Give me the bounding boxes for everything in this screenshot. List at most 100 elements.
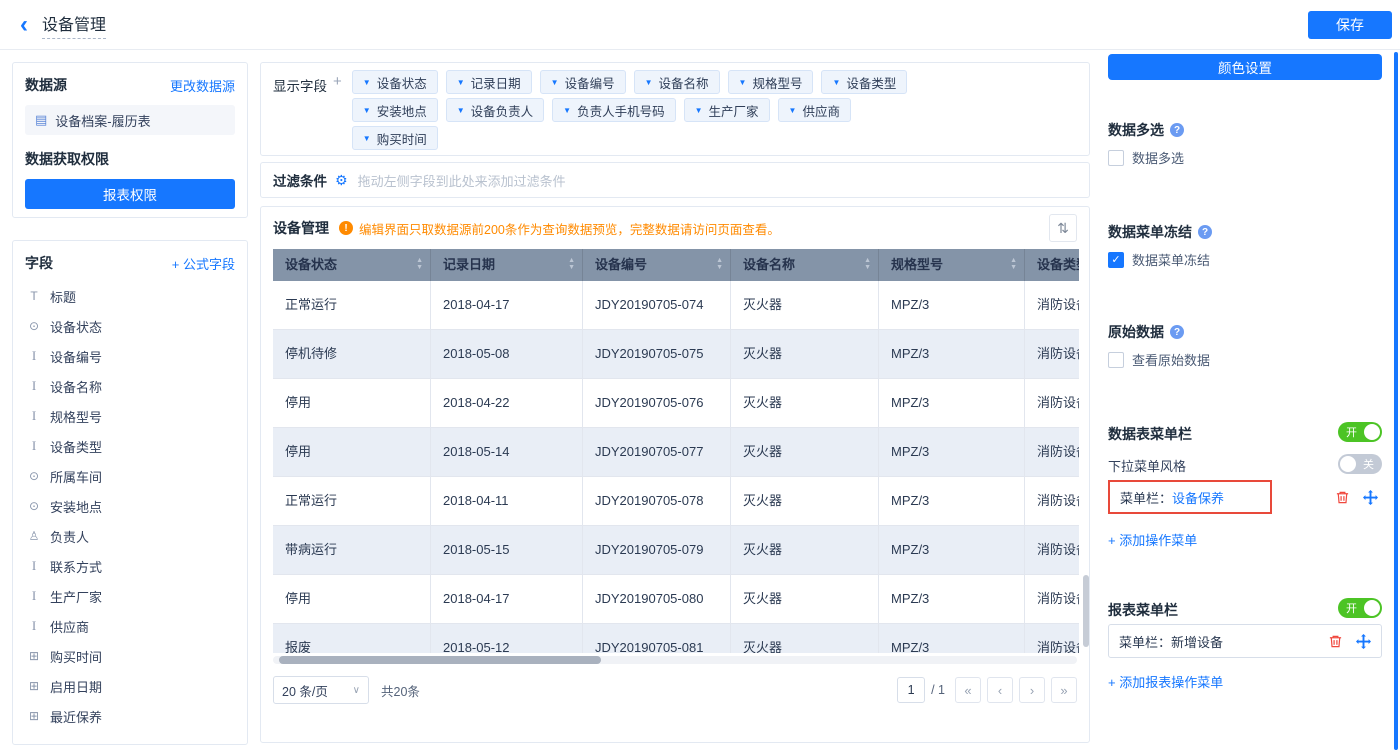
field-item[interactable]: ⊙ 设备状态 [25, 311, 235, 341]
table-header-cell[interactable]: 设备状态 ▲ ▼ [273, 249, 431, 281]
page-number-input[interactable]: 1 [897, 677, 926, 703]
report-permission-button[interactable]: 报表权限 [25, 179, 235, 209]
table-header-cell[interactable]: 规格型号 ▲ ▼ [879, 249, 1025, 281]
field-item[interactable]: ♙ 负责人 [25, 521, 235, 551]
field-item[interactable]: I 设备名称 [25, 371, 235, 401]
display-field-chip[interactable]: ▼ 设备负责人 [445, 98, 545, 122]
color-settings-button[interactable]: 颜色设置 [1108, 54, 1382, 80]
add-action-menu-link[interactable]: + 添加操作菜单 [1108, 530, 1197, 549]
sort-arrows-icon[interactable]: ▲ ▼ [568, 257, 575, 271]
trash-icon[interactable] [1327, 633, 1343, 649]
display-field-chip[interactable]: ▼ 负责人手机号码 [552, 98, 676, 122]
table-header-cell[interactable]: 设备类型▲▼ [1025, 249, 1079, 281]
prev-page-button[interactable]: ‹ [987, 677, 1013, 703]
menu-item-device-maintenance[interactable]: 菜单栏： 设备保养 [1108, 480, 1272, 514]
last-page-button[interactable]: » [1051, 677, 1077, 703]
date-icon: ⊞ [28, 709, 40, 723]
field-item[interactable]: ⊙ 所属车间 [25, 461, 235, 491]
date-icon: ⊞ [28, 649, 40, 663]
raw-data-label: 查看原始数据 [1132, 353, 1211, 368]
scrollbar-thumb[interactable] [279, 656, 601, 664]
help-icon[interactable]: ? [1170, 325, 1184, 339]
sort-arrows-icon[interactable]: ▲ ▼ [864, 257, 871, 271]
table-row[interactable]: 停用2018-04-17JDY20190705-080灭火器MPZ/3消防设备 [273, 575, 1079, 624]
sort-arrows-icon[interactable]: ▲ ▼ [416, 257, 423, 271]
report-menu-toggle[interactable]: 开 [1338, 598, 1382, 618]
raw-data-option[interactable]: 查看原始数据 [1108, 350, 1210, 369]
table-header-cell[interactable]: 记录日期 ▲ ▼ [431, 249, 583, 281]
report-menu-title: 报表菜单栏 [1108, 600, 1178, 620]
move-icon[interactable] [1355, 633, 1371, 649]
field-item[interactable]: I 规格型号 [25, 401, 235, 431]
trash-icon[interactable] [1334, 489, 1350, 505]
table-row[interactable]: 停用2018-04-22JDY20190705-076灭火器MPZ/3消防设备 [273, 379, 1079, 428]
sort-desc-icon: ▼ [416, 264, 423, 271]
table-cell: JDY20190705-077 [583, 428, 731, 476]
chip-label: 设备类型 [846, 76, 897, 91]
add-display-field-icon[interactable]: + [333, 70, 342, 148]
chip-label: 生产厂家 [708, 104, 759, 119]
datasource-item[interactable]: ▤ 设备档案-履历表 [25, 105, 235, 135]
help-icon[interactable]: ? [1198, 225, 1212, 239]
next-page-button[interactable]: › [1019, 677, 1045, 703]
field-item[interactable]: I 设备编号 [25, 341, 235, 371]
add-report-action-menu-link[interactable]: + 添加报表操作菜单 [1108, 672, 1223, 691]
table-header-cell[interactable]: 设备名称 ▲ ▼ [731, 249, 879, 281]
display-field-chip[interactable]: ▼ 设备类型 [821, 70, 908, 94]
field-item[interactable]: I 联系方式 [25, 551, 235, 581]
table-menu-toggle[interactable]: 开 [1338, 422, 1382, 442]
table-row[interactable]: 正常运行 2018-04-17 JDY20190705-074 灭火器 MPZ/3 消防设… [273, 281, 1079, 330]
first-page-button[interactable]: « [955, 677, 981, 703]
field-item[interactable]: I 供应商 [25, 611, 235, 641]
sort-arrows-icon[interactable]: ▲ ▼ [716, 257, 723, 271]
display-field-chip[interactable]: ▼ 规格型号 [727, 70, 814, 94]
page-size-select[interactable]: 20 条/页 ∨ [273, 676, 369, 704]
table-cell: JDY20190705-080 [583, 575, 731, 623]
table-row[interactable]: 带病运行 2018-05-15 JDY20190705-079 灭火器 MPZ/3 消防设… [273, 526, 1079, 575]
right-panel-scrollbar[interactable] [1394, 52, 1398, 750]
table-row[interactable]: 报废2018-05-12JDY20190705-081灭火器MPZ/3消防设备 [273, 624, 1079, 653]
middle-vertical-scrollbar[interactable] [1083, 575, 1089, 647]
change-datasource-link[interactable]: 更改数据源 [170, 76, 235, 95]
display-field-chip[interactable]: ▼ 供应商 [777, 98, 851, 122]
menu-freeze-checkbox[interactable]: ✓ [1108, 251, 1124, 268]
display-field-chip[interactable]: ▼ 安装地点 [351, 98, 438, 122]
raw-data-checkbox[interactable] [1108, 351, 1124, 368]
back-icon[interactable]: ‹ [20, 12, 28, 37]
table-header-cell[interactable]: 设备编号 ▲ ▼ [583, 249, 731, 281]
field-item[interactable]: T 标题 [25, 281, 235, 311]
multi-select-option[interactable]: 数据多选 [1108, 148, 1184, 167]
dropdown-style-toggle[interactable]: 关 [1338, 454, 1382, 474]
field-item[interactable]: I 设备类型 [25, 431, 235, 461]
field-item[interactable]: ⊙ 安装地点 [25, 491, 235, 521]
field-item[interactable]: ⊞ 启用日期 [25, 671, 235, 701]
display-field-chip[interactable]: ▼ 设备状态 [351, 70, 438, 94]
multi-select-checkbox[interactable] [1108, 149, 1124, 166]
table-sort-button[interactable]: ⇅ [1049, 214, 1077, 242]
menu-item-new-device[interactable]: 菜单栏： 新增设备 [1108, 624, 1382, 658]
field-item[interactable]: I 生产厂家 [25, 581, 235, 611]
move-icon[interactable] [1362, 489, 1378, 505]
page-title[interactable]: 设备管理 [42, 11, 107, 39]
field-item[interactable]: ⊞ 最近保养 [25, 701, 235, 731]
add-formula-field-link[interactable]: + 公式字段 [172, 254, 235, 273]
gear-icon[interactable]: ⚙ [335, 172, 348, 189]
display-field-chip[interactable]: ▼ 记录日期 [445, 70, 532, 94]
fields-title: 字段 [25, 255, 53, 271]
display-field-chip[interactable]: ▼ 购买时间 [351, 126, 438, 150]
preview-warning: ! 编辑界面只取数据源前200条作为查询数据预览，完整数据请访问页面查看。 [339, 219, 780, 238]
toggle-knob [1340, 456, 1356, 472]
chip-row: ▼ 设备状态 ▼ 记录日期 ▼ 设备编号 ▼ 设备名称 ▼ 规格型号 ▼ 设备类型 [351, 70, 908, 94]
field-item[interactable]: ⊞ 购买时间 [25, 641, 235, 671]
table-row[interactable]: 停机待修 2018-05-08 JDY20190705-075 灭火器 MPZ/3 消防设… [273, 330, 1079, 379]
table-row[interactable]: 正常运行 2018-04-11 JDY20190705-078 灭火器 MPZ/3 消防设… [273, 477, 1079, 526]
sort-arrows-icon[interactable]: ▲ ▼ [1010, 257, 1017, 271]
help-icon[interactable]: ? [1170, 123, 1184, 137]
table-row[interactable]: 停用2018-05-14JDY20190705-077灭火器MPZ/3消防设备 [273, 428, 1079, 477]
save-button[interactable]: 保存 [1308, 11, 1392, 39]
display-field-chip[interactable]: ▼ 设备编号 [539, 70, 626, 94]
display-field-chip[interactable]: ▼ 设备名称 [633, 70, 720, 94]
column-title: 设备名称 [743, 257, 796, 272]
display-field-chip[interactable]: ▼ 生产厂家 [683, 98, 770, 122]
menu-freeze-option[interactable]: ✓ 数据菜单冻结 [1108, 250, 1210, 269]
